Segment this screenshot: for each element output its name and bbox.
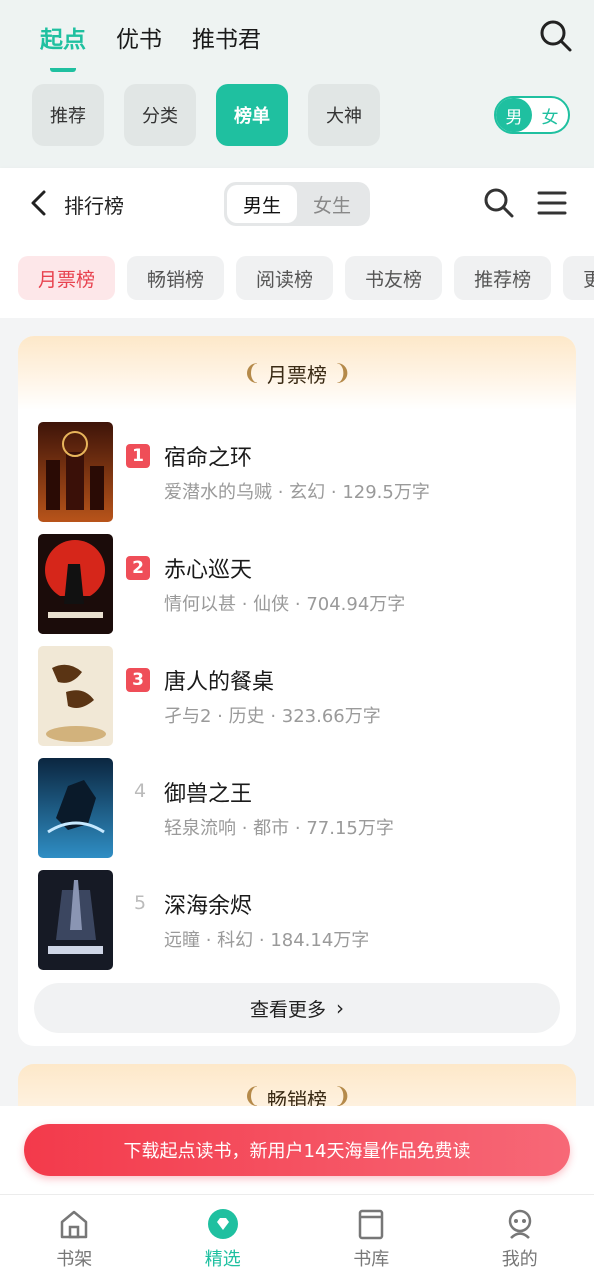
- search-icon[interactable]: [482, 186, 516, 220]
- view-more-label: 查看更多: [249, 998, 326, 1021]
- book-title[interactable]: 唐人的餐桌: [164, 664, 274, 696]
- filter-more[interactable]: 更: [563, 256, 594, 300]
- book-cover[interactable]: [38, 758, 113, 858]
- nav-label: 书架: [56, 1249, 93, 1270]
- gender-male[interactable]: 男: [496, 98, 532, 132]
- book-icon: [359, 1209, 384, 1240]
- book-cover[interactable]: [38, 870, 113, 970]
- profile-icon: [508, 1209, 531, 1239]
- chip-master[interactable]: 大神: [308, 84, 380, 146]
- card-title: 月票榜: [267, 362, 327, 387]
- tab-youshu[interactable]: 优书: [116, 20, 162, 54]
- book-meta: 爱潜水的乌贼 · 玄幻 · 129.5万字: [164, 482, 430, 503]
- book-meta: 孑与2 · 历史 · 323.66万字: [164, 706, 381, 727]
- nav-bookshelf[interactable]: 书架: [0, 1195, 149, 1280]
- book-cover[interactable]: [38, 534, 113, 634]
- laurel-left-icon: ❨: [242, 360, 261, 386]
- book-title[interactable]: 宿命之环: [164, 440, 252, 472]
- filter-bestseller[interactable]: 畅销榜: [127, 256, 225, 300]
- book-title[interactable]: 深海余烬: [164, 888, 252, 920]
- search-icon[interactable]: [538, 18, 574, 54]
- book-title[interactable]: 御兽之王: [164, 776, 252, 808]
- book-item[interactable]: 5 深海余烬 远瞳 · 科幻 · 184.14万字: [38, 870, 558, 970]
- nav-label: 我的: [501, 1249, 538, 1270]
- book-title[interactable]: 赤心巡天: [164, 552, 252, 584]
- home-icon: [61, 1210, 88, 1239]
- page-title: 排行榜: [64, 194, 124, 218]
- top-header: 起点 优书 推书君 推荐 分类 榜单 大神 男 女: [0, 0, 594, 168]
- nav-library[interactable]: 书库: [297, 1195, 446, 1280]
- tab-tuishujun[interactable]: 推书君: [192, 20, 261, 54]
- chip-ranking[interactable]: 榜单: [216, 84, 288, 146]
- gender-female[interactable]: 女: [532, 98, 568, 132]
- download-app-button[interactable]: 下载起点读书，新用户14天海量作品免费读: [24, 1124, 570, 1176]
- book-item[interactable]: 3 唐人的餐桌 孑与2 · 历史 · 323.66万字: [38, 646, 558, 746]
- gender-segment: 男生 女生: [224, 182, 370, 226]
- filter-reading[interactable]: 阅读榜: [236, 256, 334, 300]
- book-item[interactable]: 4 御兽之王 轻泉流响 · 都市 · 77.15万字: [38, 758, 558, 858]
- nav-featured[interactable]: 精选: [149, 1195, 298, 1280]
- ranking-card: ❨ 月票榜 ❩ 1 宿命之环 爱潜水的乌贼 · 玄幻 · 129.5万字 2 赤…: [18, 336, 576, 1046]
- book-cover[interactable]: [38, 646, 113, 746]
- book-cover[interactable]: [38, 422, 113, 522]
- laurel-right-icon: ❩: [333, 360, 352, 386]
- top-tabs: 起点 优书 推书君: [40, 20, 261, 72]
- back-arrow-icon[interactable]: [28, 188, 50, 218]
- rank-badge: 3: [126, 668, 150, 692]
- category-chips: 推荐 分类 榜单 大神: [32, 84, 380, 146]
- rank-number: 4: [133, 780, 147, 802]
- book-item[interactable]: 1 宿命之环 爱潜水的乌贼 · 玄幻 · 129.5万字: [38, 422, 558, 522]
- gender-toggle[interactable]: 男 女: [494, 96, 570, 134]
- rank-badge: 2: [126, 556, 150, 580]
- card-header: ❨ 月票榜 ❩: [18, 336, 576, 410]
- rank-number: 5: [133, 892, 147, 914]
- filter-reader-friends[interactable]: 书友榜: [345, 256, 443, 300]
- nav-label: 书库: [353, 1249, 390, 1270]
- tab-qidian[interactable]: 起点: [40, 20, 86, 72]
- download-banner-area: 下载起点读书，新用户14天海量作品免费读: [0, 1106, 594, 1194]
- rank-badge: 1: [126, 444, 150, 468]
- book-meta: 远瞳 · 科幻 · 184.14万字: [164, 930, 370, 951]
- segment-male[interactable]: 男生: [227, 185, 297, 223]
- bottom-nav: 书架 精选 书库 我的: [0, 1194, 594, 1280]
- view-more-button[interactable]: 查看更多 ›: [34, 983, 560, 1033]
- nav-label: 精选: [204, 1249, 241, 1270]
- nav-mine[interactable]: 我的: [446, 1195, 594, 1280]
- segment-female[interactable]: 女生: [297, 185, 367, 223]
- filter-monthly-ticket[interactable]: 月票榜: [18, 256, 116, 300]
- chevron-right-icon: ›: [336, 996, 344, 1020]
- chip-recommend[interactable]: 推荐: [32, 84, 104, 146]
- menu-icon[interactable]: [536, 188, 568, 218]
- book-meta: 轻泉流响 · 都市 · 77.15万字: [164, 818, 394, 839]
- ranking-toolbar: 排行榜 男生 女生: [0, 168, 594, 238]
- filter-recommend[interactable]: 推荐榜: [454, 256, 552, 300]
- diamond-icon: [207, 1209, 238, 1239]
- ranking-filters: 月票榜 畅销榜 阅读榜 书友榜 推荐榜 更: [0, 238, 594, 318]
- chip-category[interactable]: 分类: [124, 84, 196, 146]
- book-item[interactable]: 2 赤心巡天 情何以甚 · 仙侠 · 704.94万字: [38, 534, 558, 634]
- book-meta: 情何以甚 · 仙侠 · 704.94万字: [164, 594, 406, 615]
